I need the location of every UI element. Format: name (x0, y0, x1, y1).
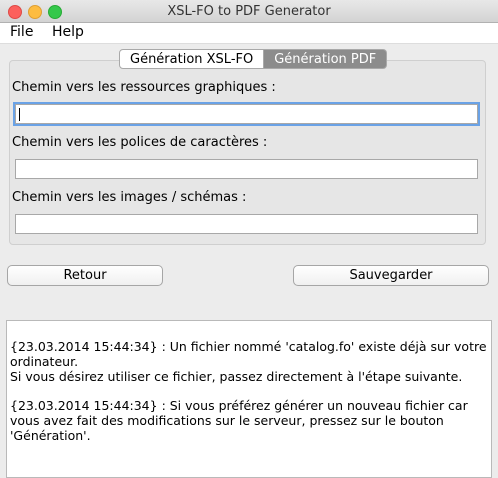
log-message: {23.03.2014 15:44:34} : Un fichier nommé… (10, 339, 487, 384)
save-button[interactable]: Sauvegarder (293, 265, 489, 286)
log-console[interactable]: {23.03.2014 15:44:34} : Un fichier nommé… (6, 320, 492, 478)
graphics-path-input[interactable] (13, 102, 480, 126)
images-path-input[interactable] (15, 214, 478, 234)
graphics-path-label: Chemin vers les ressources graphiques : (12, 80, 276, 95)
fonts-path-label: Chemin vers les polices de caractères : (12, 135, 268, 150)
menu-file[interactable]: File (10, 24, 33, 40)
text-caret (19, 108, 20, 121)
title-bar: XSL-FO to PDF Generator (0, 0, 498, 23)
window-title: XSL-FO to PDF Generator (167, 4, 331, 19)
log-message: {23.03.2014 15:44:34} : Si vous préférez… (10, 398, 468, 443)
tab-bar: Génération XSL-FO Génération PDF (119, 49, 388, 69)
menu-help[interactable]: Help (52, 24, 84, 40)
images-path-label: Chemin vers les images / schémas : (12, 190, 247, 205)
back-button[interactable]: Retour (7, 265, 163, 286)
fonts-path-input[interactable] (15, 159, 478, 179)
menu-bar: File Help (0, 23, 498, 44)
tab-xsl-fo-generation[interactable]: Génération XSL-FO (119, 49, 265, 69)
tab-pdf-generation[interactable]: Génération PDF (264, 49, 388, 69)
